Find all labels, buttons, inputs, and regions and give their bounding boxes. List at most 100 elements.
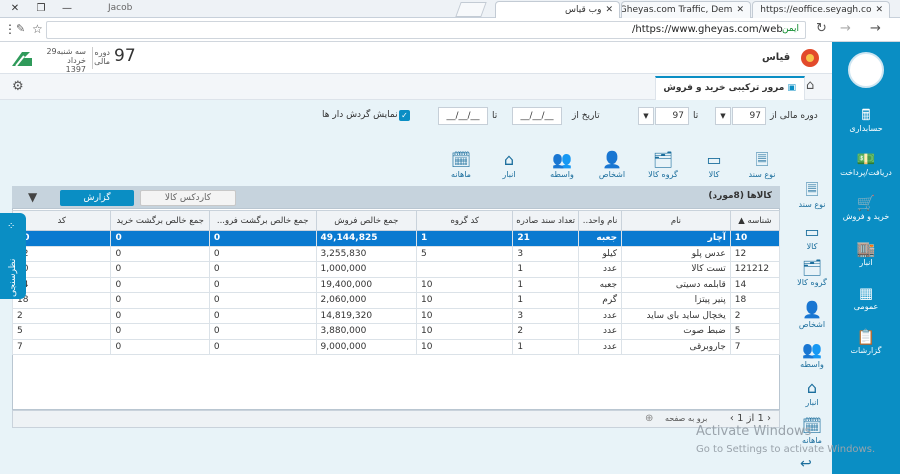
table-cell: قابلمه دسیتی xyxy=(621,276,731,293)
column-header[interactable]: نام xyxy=(621,210,731,231)
table-cell: تست کالا xyxy=(621,261,731,278)
group-by-document-type[interactable]: 🗏 نوع سند xyxy=(742,150,782,179)
survey-side-tab[interactable]: ⁘ نظرسنجی xyxy=(0,213,26,299)
group-by-warehouse[interactable]: ⌂ انبار xyxy=(489,150,529,179)
table-row[interactable]: 5 ضبط صوت عدد 2 10 3,880,000 0 0 5 xyxy=(11,323,781,340)
goto-page-icon[interactable]: ⊕ xyxy=(645,413,653,424)
forward-icon[interactable]: → xyxy=(840,21,851,36)
strip-goods[interactable]: ▭ کالا xyxy=(792,222,832,251)
filter-icon[interactable]: ▼ xyxy=(28,190,37,204)
table-cell: 0 xyxy=(208,307,317,324)
table-row[interactable]: 2 یخچال ساید بای ساید عدد 3 10 14,819,320 0 0 2 xyxy=(11,307,781,324)
period-to-field[interactable]: 97 xyxy=(655,107,689,125)
back-icon[interactable]: → xyxy=(870,21,881,36)
sidebar-item-purchase-sales[interactable]: 🛒 خرید و فروش xyxy=(832,194,900,221)
tab-combined-review[interactable]: ▣ مرور ترکیبی خرید و فروش ✕ xyxy=(655,76,805,113)
column-header[interactable]: شناسه ▲ xyxy=(729,210,781,231)
table-cell: 0 xyxy=(208,230,317,247)
table-cell: 0 xyxy=(110,230,210,247)
browser-tab-eoffice[interactable]: ✕https://eoffice.seyagh.co xyxy=(752,1,890,18)
table-cell: گرم xyxy=(578,292,623,309)
table-cell: 1 xyxy=(512,276,580,293)
table-cell: جعبه xyxy=(578,230,623,247)
broker-icon: 👥 xyxy=(802,340,822,359)
strip-warehouse[interactable]: ⌂ انبار xyxy=(792,378,832,407)
column-header[interactable]: جمع خالص برگشت خرید xyxy=(110,210,210,231)
extension-icon[interactable]: ✎ xyxy=(16,22,25,35)
strip-goods-group[interactable]: 🗂 گروه کالا xyxy=(792,258,832,287)
survey-label: نظرسنجی xyxy=(8,258,18,297)
report-button[interactable]: گزارش xyxy=(60,190,134,206)
table-cell: 5 xyxy=(729,323,781,340)
period-from-field[interactable]: 97 xyxy=(732,107,766,125)
url-field[interactable]: https://www.gheyas.com/web/ ایمن xyxy=(46,21,806,39)
table-row[interactable]: 14قابلمه دسیتیجعبه11019,400,0000014 xyxy=(11,276,781,293)
table-cell: 2 xyxy=(11,307,112,324)
sidebar-item-warehouse[interactable]: 🏬 انبار xyxy=(832,240,900,267)
strip-person[interactable]: 👤 اشخاص xyxy=(792,300,832,329)
user-avatar[interactable] xyxy=(848,52,884,88)
show-turnover-label: نمایش گردش دار ها xyxy=(322,110,398,120)
restore-window-icon[interactable]: ❐ xyxy=(28,0,54,18)
group-by-goods[interactable]: ▭ کالا xyxy=(694,150,734,179)
sidebar-item-reports[interactable]: 📋 گزارشات xyxy=(832,328,900,355)
table-cell: 10 xyxy=(416,292,514,309)
table-cell: 1 xyxy=(512,338,580,355)
tab-close-icon[interactable]: ✕ xyxy=(875,5,883,15)
table-cell: 2,060,000 xyxy=(315,292,418,309)
group-by-person[interactable]: 👤 اشخاص xyxy=(592,150,632,179)
home-icon[interactable]: ⌂ xyxy=(806,78,814,93)
table-row[interactable]: 12عدس پلوکیلو353,255,8300012 xyxy=(11,245,781,262)
table-row[interactable]: 7 جاروبرقی عدد 1 10 9,000,000 0 0 7 xyxy=(11,338,781,355)
date-from-field[interactable]: __/__/__ xyxy=(512,107,562,125)
date-to-field[interactable]: __/__/__ xyxy=(438,107,488,125)
column-header[interactable]: کد xyxy=(11,210,112,231)
table-cell: 18 xyxy=(11,292,112,309)
tab-close-icon[interactable]: ✕ xyxy=(736,5,744,15)
column-header[interactable]: جمع خالص برگشت فرو... xyxy=(208,210,317,231)
strip-broker[interactable]: 👥 واسطه xyxy=(792,340,832,369)
browser-tab-web-gheyas[interactable]: ✕وب قیاس xyxy=(495,1,620,18)
column-header[interactable]: جمع خالص فروش xyxy=(315,210,418,231)
show-turnover-checkbox[interactable]: ✓ xyxy=(399,110,410,121)
minimize-window-icon[interactable]: — xyxy=(54,0,80,18)
column-header[interactable]: کد گروه xyxy=(416,210,514,231)
new-tab-button[interactable] xyxy=(455,2,487,17)
address-bar-row: ⋮ ✎ ☆ https://www.gheyas.com/web/ ایمن ↻… xyxy=(0,18,900,42)
table-cell: 18 xyxy=(729,292,781,309)
period-from-dropdown[interactable]: ▼ xyxy=(715,107,731,125)
settings-gear-icon[interactable]: ⚙ xyxy=(12,79,24,94)
broker-icon: 👥 xyxy=(552,150,572,169)
strip-document-type[interactable]: 🗏 نوع سند xyxy=(792,180,832,209)
table-cell: 0 xyxy=(208,292,317,309)
table-cell: یخچال ساید بای ساید xyxy=(621,307,731,324)
sidebar-item-accounting[interactable]: 🖩 حسابداری xyxy=(832,106,900,133)
table-row[interactable]: 121212تست کالاعدد11,000,0000040 xyxy=(11,261,781,278)
table-cell: 21 xyxy=(512,230,580,247)
sidebar-item-general[interactable]: ▦ عمومی xyxy=(832,284,900,311)
menu-icon[interactable]: ⋮ xyxy=(4,22,16,36)
column-header[interactable]: تعداد سند صادره xyxy=(512,210,580,231)
group-by-goods-group[interactable]: 🗂 گروه کالا xyxy=(643,150,683,179)
sidebar-item-payment[interactable]: 💵 دریافت/پرداخت xyxy=(832,150,900,177)
column-header[interactable]: نام واحد.. xyxy=(578,210,623,231)
calendar-icon: 🗓 xyxy=(450,150,472,169)
tab-close-icon[interactable]: ✕ xyxy=(605,5,613,15)
warehouse-icon: ⌂ xyxy=(503,150,515,169)
reload-icon[interactable]: ↻ xyxy=(816,21,827,36)
pager: ‹ 1 از 1 › برو به صفحه ⊕ xyxy=(12,410,780,428)
browser-user-name[interactable]: Jacob xyxy=(108,3,132,13)
browser-tab-gheyas-traffic[interactable]: ✕Gheyas.com Traffic, Dem xyxy=(621,1,751,18)
period-to-dropdown[interactable]: ▼ xyxy=(638,107,654,125)
kardex-button[interactable]: کاردکس کالا xyxy=(140,190,236,206)
warehouse-icon: 🏬 xyxy=(856,240,876,258)
cart-icon: 🛒 xyxy=(856,194,876,212)
group-by-broker[interactable]: 👥 واسطه xyxy=(542,150,582,179)
bookmark-star-icon[interactable]: ☆ xyxy=(32,22,43,36)
payment-icon: 💵 xyxy=(856,150,876,168)
table-row[interactable]: 10آچارجعبه21149,144,8250010 xyxy=(11,230,781,247)
table-row[interactable]: 18 پنیر پیتزا گرم 1 10 2,060,000 0 0 18 xyxy=(11,292,781,309)
close-window-icon[interactable]: ✕ xyxy=(2,0,28,18)
group-by-monthly[interactable]: 🗓 ماهانه xyxy=(441,150,481,179)
table-cell: عدس پلو xyxy=(621,245,731,262)
